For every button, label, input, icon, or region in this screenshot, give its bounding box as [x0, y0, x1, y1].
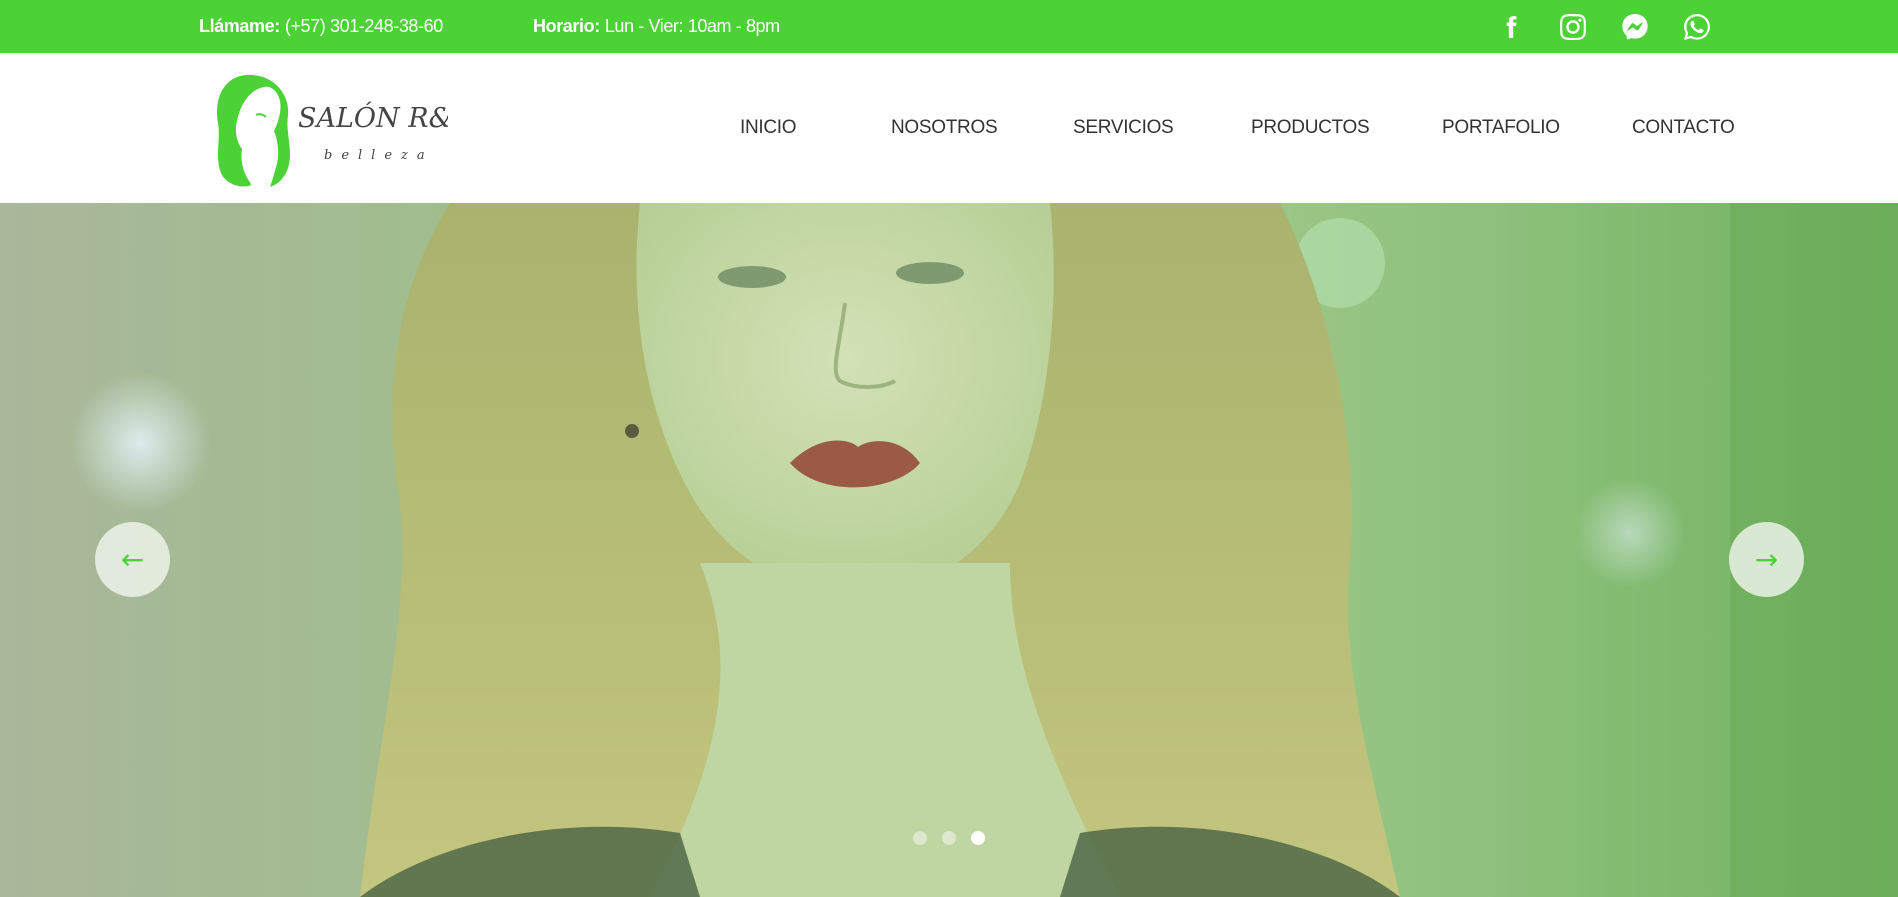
arrow-left-icon: ← — [120, 543, 145, 576]
phone-label: Llámame: — [199, 16, 280, 36]
phone-info: Llámame: (+57) 301-248-38-60 — [199, 0, 443, 53]
nav-item-contacto[interactable]: CONTACTO — [1632, 117, 1735, 139]
top-bar: Llámame: (+57) 301-248-38-60 Horario: Lu… — [0, 0, 1898, 53]
slider-dot-2[interactable] — [942, 831, 956, 845]
hours-label: Horario: — [533, 16, 600, 36]
nav-item-productos[interactable]: PRODUCTOS — [1251, 117, 1370, 139]
messenger-icon[interactable] — [1620, 12, 1650, 42]
slider-prev-button[interactable]: ← — [95, 522, 170, 597]
slider-dot-3[interactable] — [971, 831, 985, 845]
nav-item-servicios[interactable]: SERVICIOS — [1073, 117, 1174, 139]
slider-dot-1[interactable] — [913, 831, 927, 845]
nav-item-nosotros[interactable]: NOSOTROS — [891, 117, 998, 139]
main-nav: INICIO NOSOTROS SERVICIOS PRODUCTOS PORT… — [0, 53, 1898, 203]
nav-item-inicio[interactable]: INICIO — [740, 117, 797, 139]
phone-value[interactable]: (+57) 301-248-38-60 — [285, 16, 443, 37]
instagram-icon[interactable] — [1558, 12, 1588, 42]
whatsapp-icon[interactable] — [1682, 12, 1712, 42]
hours-value: Lun - Vier: 10am - 8pm — [604, 16, 780, 36]
slider-dots — [913, 831, 985, 845]
site-header: SALÓN R&D belleza INICIO NOSOTROS SERVIC… — [0, 53, 1898, 203]
social-links — [1496, 0, 1712, 53]
slider-next-button[interactable]: → — [1729, 522, 1804, 597]
arrow-right-icon: → — [1754, 543, 1779, 576]
hero-image — [70, 203, 1898, 897]
hero-slider: ← → — [0, 203, 1898, 897]
nav-item-portafolio[interactable]: PORTAFOLIO — [1442, 117, 1560, 139]
hours-info: Horario: Lun - Vier: 10am - 8pm — [533, 0, 780, 53]
facebook-icon[interactable] — [1496, 12, 1526, 42]
